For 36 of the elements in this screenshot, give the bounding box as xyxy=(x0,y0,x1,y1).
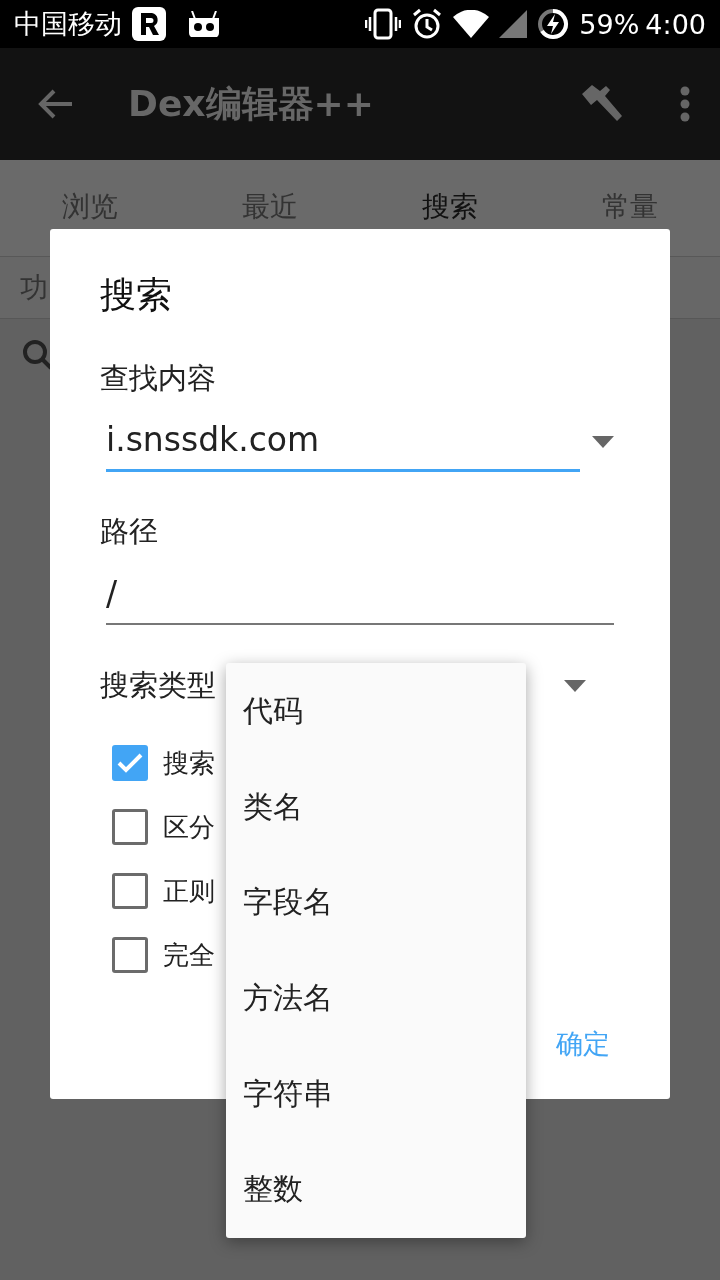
app-logo-icon xyxy=(132,7,166,41)
checkbox[interactable] xyxy=(112,937,148,973)
back-arrow-icon[interactable] xyxy=(38,88,74,120)
menu-item[interactable]: 字符串 xyxy=(226,1046,526,1142)
vibrate-icon xyxy=(365,8,402,40)
checkbox-label: 正则 xyxy=(163,874,215,908)
menu-item[interactable]: 类名 xyxy=(226,759,526,856)
carrier-name: 中国移动 xyxy=(14,7,122,41)
field-label: 查找内容 xyxy=(100,360,217,396)
checkbox[interactable] xyxy=(112,873,148,909)
field-label: 路径 xyxy=(100,513,159,549)
checkbox[interactable] xyxy=(112,809,148,845)
dialog-title: 搜索 xyxy=(100,273,173,317)
battery-charging-icon xyxy=(537,8,570,40)
checkbox[interactable] xyxy=(112,745,148,781)
menu-item[interactable]: 代码 xyxy=(226,664,526,760)
path-field[interactable]: / xyxy=(106,563,614,625)
checkbox-label: 区分 xyxy=(163,810,215,844)
more-menu-icon[interactable] xyxy=(680,86,690,122)
app-title: Dex编辑器++ xyxy=(128,81,375,126)
wifi-icon xyxy=(453,10,490,38)
dropdown-arrow-icon[interactable] xyxy=(592,436,614,448)
hammer-icon[interactable] xyxy=(580,84,624,124)
battery-percent: 59% xyxy=(579,8,640,40)
menu-item[interactable]: 字段名 xyxy=(226,855,526,951)
robot-icon xyxy=(188,11,220,37)
dropdown-arrow-icon[interactable] xyxy=(564,680,586,692)
search-type-label: 搜索类型 xyxy=(100,667,217,704)
checkbox-label: 完全 xyxy=(163,938,215,972)
menu-item[interactable]: 方法名 xyxy=(226,950,526,1047)
menu-item[interactable]: 整数 xyxy=(226,1141,526,1238)
clock-time: 4:00 xyxy=(645,8,706,40)
alarm-icon xyxy=(411,8,444,40)
checkbox-label: 搜索 xyxy=(163,746,215,780)
signal-icon xyxy=(499,10,528,38)
search-text-field[interactable]: i.snssdk.com xyxy=(106,410,580,472)
